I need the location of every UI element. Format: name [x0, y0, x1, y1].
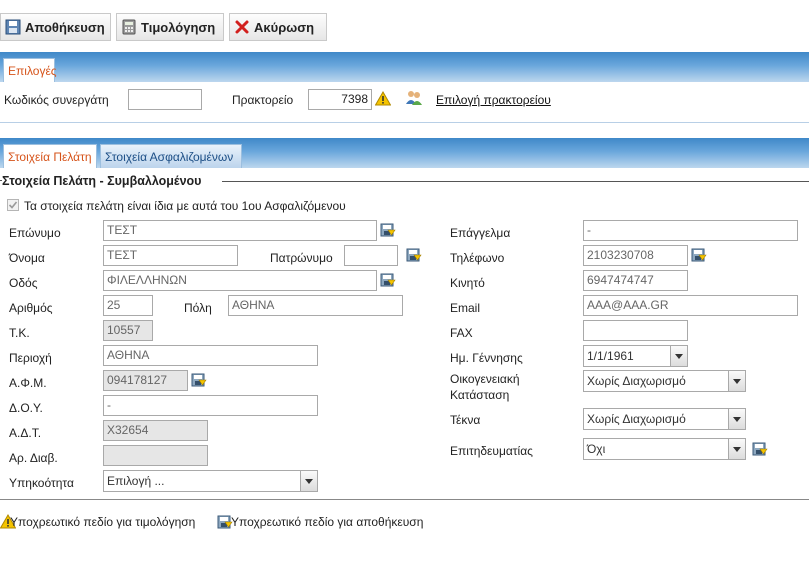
fax-label: FAX: [450, 326, 473, 340]
afm-input[interactable]: 094178127: [103, 370, 188, 391]
mobile-label: Κινητό: [450, 276, 485, 290]
citizenship-label: Υπηκοότητα: [9, 476, 74, 490]
name-input[interactable]: ΤΕΣΤ: [103, 245, 238, 266]
passport-input[interactable]: [103, 445, 208, 466]
client-fieldset-bottom-line: [0, 499, 809, 500]
chevron-down-icon[interactable]: [728, 439, 745, 459]
save-required-icon: [380, 272, 396, 288]
number-input[interactable]: 25: [103, 295, 153, 316]
professional-select[interactable]: Όχι: [583, 438, 746, 460]
partner-code-input[interactable]: [128, 89, 202, 110]
name-label: Όνομα: [9, 251, 45, 265]
options-divider: [0, 122, 809, 123]
phone-label: Τηλέφωνο: [450, 251, 505, 265]
citizenship-value: Επιλογή ...: [107, 474, 165, 488]
surname-input[interactable]: ΤΕΣΤ: [103, 220, 377, 241]
marital-status-value: Χωρίς Διαχωρισμό: [587, 374, 686, 388]
agency-label: Πρακτορείο: [232, 93, 294, 107]
marital-status-label-line2: Κατάσταση: [450, 388, 510, 402]
children-value: Χωρίς Διαχωρισμό: [587, 412, 686, 426]
tab-options[interactable]: Επιλογές: [3, 58, 57, 82]
warning-icon: [375, 91, 391, 106]
save-required-icon: [191, 372, 207, 388]
section-title: Στοιχεία Πελάτη - Συμβαλλομένου: [2, 174, 202, 188]
zip-input[interactable]: 10557: [103, 320, 153, 341]
users-icon[interactable]: [405, 90, 423, 106]
children-label: Τέκνα: [450, 413, 481, 427]
tab-options-label: Επιλογές: [8, 63, 57, 78]
area-label: Περιοχή: [9, 351, 52, 365]
floppy-disk-icon: [5, 19, 21, 35]
adt-label: Α.Δ.Τ.: [9, 426, 42, 440]
birth-date-value: 1/1/1961: [587, 349, 634, 363]
email-label: Email: [450, 301, 481, 315]
tab-insured-label: Στοιχεία Ασφαλιζομένων: [105, 149, 234, 164]
save-required-icon: [752, 441, 768, 457]
mobile-input[interactable]: 6947474747: [583, 270, 688, 291]
area-input[interactable]: ΑΘΗΝΑ: [103, 345, 318, 366]
doy-label: Δ.Ο.Υ.: [9, 401, 43, 415]
email-input[interactable]: AAA@AAA.GR: [583, 295, 798, 316]
close-icon: [234, 19, 250, 35]
legend-invoice-required: Υποχρεωτικό πεδίο για τιμολόγηση: [10, 515, 196, 529]
calculator-icon: [121, 19, 137, 35]
fax-input[interactable]: [583, 320, 688, 341]
partner-code-label: Κωδικός συνεργάτη: [4, 93, 109, 107]
same-as-insured-checkbox[interactable]: [7, 199, 19, 211]
adt-input[interactable]: Χ32654: [103, 420, 208, 441]
city-input[interactable]: ΑΘΗΝΑ: [228, 295, 403, 316]
professional-label: Επιτηδευματίας: [450, 444, 533, 458]
zip-label: Τ.Κ.: [9, 326, 30, 340]
save-required-icon: [691, 247, 707, 263]
profession-input[interactable]: -: [583, 220, 798, 241]
profession-label: Επάγγελμα: [450, 226, 511, 240]
agency-input[interactable]: 7398: [308, 89, 372, 110]
doy-input[interactable]: -: [103, 395, 318, 416]
professional-value: Όχι: [587, 442, 606, 456]
options-header-bar: [0, 52, 809, 82]
chevron-down-icon[interactable]: [300, 471, 317, 491]
select-agency-link[interactable]: Επιλογή πρακτορείου: [436, 93, 551, 107]
marital-status-label-line1: Οικογενειακή: [450, 372, 520, 386]
citizenship-select[interactable]: Επιλογή ...: [103, 470, 318, 492]
father-name-input[interactable]: [344, 245, 398, 266]
birth-date-label: Ημ. Γέννησης: [450, 351, 523, 365]
father-name-label: Πατρώνυμο: [270, 251, 333, 265]
save-button-label: Αποθήκευση: [25, 19, 105, 35]
invoice-button[interactable]: Τιμολόγηση: [116, 13, 224, 41]
chevron-down-icon[interactable]: [728, 409, 745, 429]
cancel-button-label: Ακύρωση: [254, 19, 315, 35]
client-fieldset-top-line: [222, 181, 809, 182]
cancel-button[interactable]: Ακύρωση: [229, 13, 327, 41]
marital-status-select[interactable]: Χωρίς Διαχωρισμό: [583, 370, 746, 392]
number-label: Αριθμός: [9, 301, 53, 315]
save-required-icon: [380, 222, 396, 238]
birth-date-picker[interactable]: 1/1/1961: [583, 345, 688, 367]
save-button[interactable]: Αποθήκευση: [0, 13, 111, 41]
street-input[interactable]: ΦΙΛΕΛΛΗΝΩΝ: [103, 270, 377, 291]
afm-label: Α.Φ.Μ.: [9, 376, 47, 390]
chevron-down-icon[interactable]: [670, 346, 687, 366]
save-required-icon: [406, 247, 422, 263]
children-select[interactable]: Χωρίς Διαχωρισμό: [583, 408, 746, 430]
same-as-insured-label: Τα στοιχεία πελάτη είναι ίδια με αυτά το…: [24, 199, 346, 213]
invoice-button-label: Τιμολόγηση: [141, 19, 216, 35]
city-label: Πόλη: [184, 301, 212, 315]
chevron-down-icon[interactable]: [728, 371, 745, 391]
surname-label: Επώνυμο: [9, 226, 61, 240]
tab-client[interactable]: Στοιχεία Πελάτη: [3, 144, 97, 168]
tab-client-label: Στοιχεία Πελάτη: [8, 149, 92, 164]
tab-insured[interactable]: Στοιχεία Ασφαλιζομένων: [100, 144, 242, 168]
phone-input[interactable]: 2103230708: [583, 245, 688, 266]
legend-save-required: Υποχρεωτικό πεδίο για αποθήκευση: [231, 515, 424, 529]
passport-label: Αρ. Διαβ.: [9, 451, 58, 465]
street-label: Οδός: [9, 276, 38, 290]
